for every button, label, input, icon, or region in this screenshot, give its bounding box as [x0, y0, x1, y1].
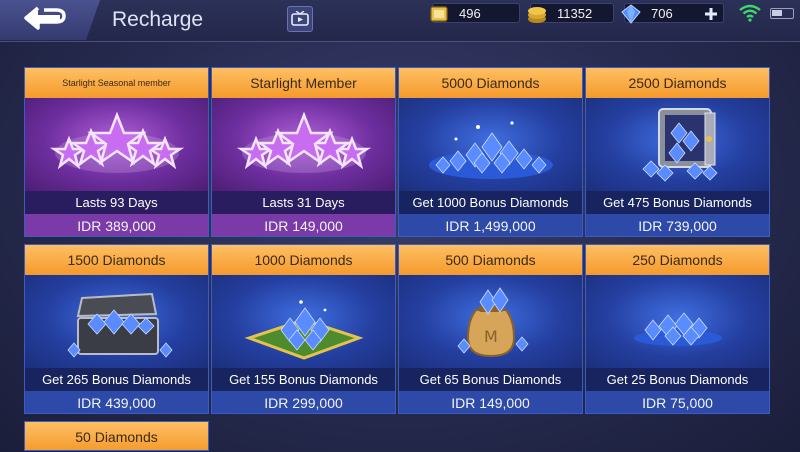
package-subtitle: Lasts 93 Days: [25, 191, 208, 214]
package-card-500-diamonds[interactable]: 500 Diamonds M Get 65 Bonus Diamonds IDR…: [398, 244, 583, 414]
back-arrow-icon: [24, 6, 66, 30]
package-title: 500 Diamonds: [399, 245, 582, 275]
coin-icon: [528, 7, 546, 23]
package-title: Starlight Member: [212, 68, 395, 98]
package-card-2500-diamonds[interactable]: 2500 Diamonds Get 475 Bonus Diamonds IDR…: [585, 67, 770, 237]
package-price[interactable]: IDR 149,000: [212, 214, 395, 236]
diamond-pile-icon: [428, 120, 553, 179]
starlight-stars-icon: [236, 111, 371, 173]
diamond-cushion-icon: [243, 299, 364, 360]
package-price[interactable]: IDR 739,000: [586, 214, 769, 236]
package-card-250-diamonds[interactable]: 250 Diamonds Get 25 Bonus Diamonds IDR 7…: [585, 244, 770, 414]
tv-button[interactable]: [287, 6, 313, 32]
package-subtitle: Get 265 Bonus Diamonds: [25, 368, 208, 391]
battle-points-counter[interactable]: 11352: [528, 3, 614, 23]
package-price[interactable]: IDR 1,499,000: [399, 214, 582, 236]
starlight-stars-icon: [49, 111, 184, 173]
package-subtitle: Get 475 Bonus Diamonds: [586, 191, 769, 214]
package-image: [212, 275, 395, 368]
package-title: 250 Diamonds: [586, 245, 769, 275]
package-title: Starlight Seasonal member: [25, 68, 208, 98]
package-image: [586, 275, 769, 368]
package-image: [25, 98, 208, 191]
diamond-safe-icon: [641, 107, 718, 182]
package-subtitle: Lasts 31 Days: [212, 191, 395, 214]
package-price[interactable]: IDR 439,000: [25, 391, 208, 413]
package-grid: Starlight Seasonal member Lasts 93 Days …: [24, 67, 772, 452]
page-title: Recharge: [112, 8, 204, 31]
top-bar: Recharge 496 11352 706: [0, 0, 800, 42]
package-title: 5000 Diamonds: [399, 68, 582, 98]
battery-icon: [770, 8, 794, 19]
package-image: M: [399, 275, 582, 368]
package-card-1000-diamonds[interactable]: 1000 Diamonds Get 155 Bonus Diamonds IDR…: [211, 244, 396, 414]
diamond-icon: [621, 4, 641, 24]
plus-icon[interactable]: [704, 7, 718, 21]
package-image: [212, 98, 395, 191]
package-subtitle: Get 25 Bonus Diamonds: [586, 368, 769, 391]
package-card-starlight-member[interactable]: Starlight Member Lasts 31 Days IDR 149,0…: [211, 67, 396, 237]
package-image: [399, 98, 582, 191]
package-title: 50 Diamonds: [25, 422, 208, 450]
package-price[interactable]: IDR 75,000: [586, 391, 769, 413]
package-card-starlight-seasonal[interactable]: Starlight Seasonal member Lasts 93 Days …: [24, 67, 209, 237]
wifi-icon: [739, 4, 761, 22]
package-title: 1500 Diamonds: [25, 245, 208, 275]
ticket-icon: [430, 6, 448, 22]
package-price[interactable]: IDR 299,000: [212, 391, 395, 413]
package-card-1500-diamonds[interactable]: 1500 Diamonds Get 265 Bonus Diamonds IDR…: [24, 244, 209, 414]
diamond-chest-icon: [66, 292, 173, 358]
back-button[interactable]: [0, 0, 100, 40]
package-subtitle: Get 1000 Bonus Diamonds: [399, 191, 582, 214]
package-title: 1000 Diamonds: [212, 245, 395, 275]
ticket-counter[interactable]: 496: [430, 3, 520, 23]
package-subtitle: Get 65 Bonus Diamonds: [399, 368, 582, 391]
svg-text:M: M: [484, 327, 498, 346]
diamond-bag-icon: M: [456, 286, 529, 357]
diamond-small-pile-icon: [633, 311, 722, 346]
package-title: 2500 Diamonds: [586, 68, 769, 98]
package-subtitle: Get 155 Bonus Diamonds: [212, 368, 395, 391]
package-price[interactable]: IDR 149,000: [399, 391, 582, 413]
package-card-50-diamonds[interactable]: 50 Diamonds: [24, 421, 209, 451]
package-price[interactable]: IDR 389,000: [25, 214, 208, 236]
tv-icon: [291, 11, 309, 26]
package-image: [586, 98, 769, 191]
diamond-counter[interactable]: 706: [621, 3, 724, 24]
package-card-5000-diamonds[interactable]: 5000 Diamonds Get 1000 Bonus Diamonds ID…: [398, 67, 583, 237]
package-image: [25, 275, 208, 368]
